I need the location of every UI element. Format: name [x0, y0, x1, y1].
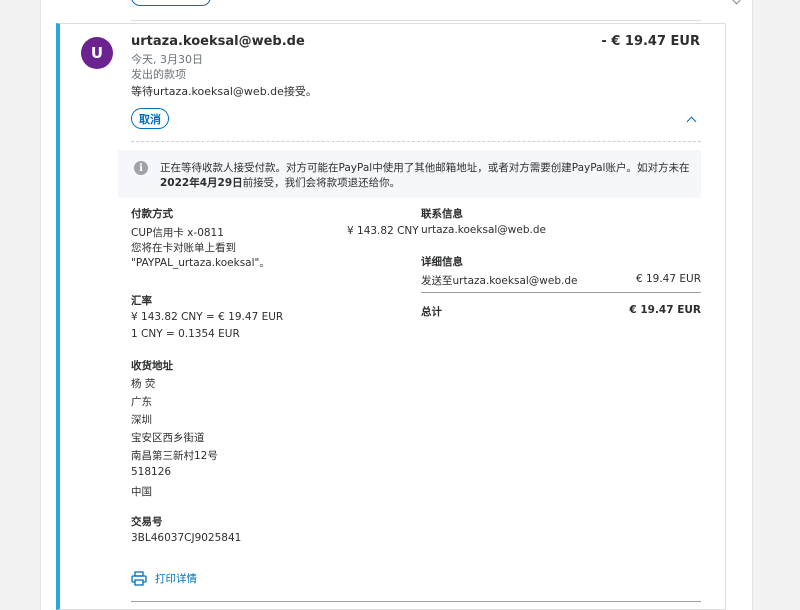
transaction-amount: - € 19.47 EUR: [601, 34, 700, 49]
details-row-label: 发送至urtaza.koeksal@web.de: [421, 275, 578, 287]
print-details-label: 打印详情: [155, 573, 197, 585]
avatar: U: [81, 37, 113, 69]
details-row-amount: € 19.47 EUR: [635, 273, 701, 285]
payment-card-amount: ¥ 143.82 CNY: [347, 225, 419, 237]
address-line: 杨 荧: [131, 378, 156, 390]
exchange-rate-line: 1 CNY = 0.1354 EUR: [131, 328, 240, 340]
address-line: 南昌第三新村12号: [131, 450, 218, 462]
exchange-rate-heading: 汇率: [131, 295, 152, 307]
notice-text-part: 前接受，我们会将款项退还给你。: [242, 177, 401, 189]
transaction-id-heading: 交易号: [131, 516, 163, 528]
cancel-button[interactable]: 取消: [131, 108, 169, 129]
address-line: 518126: [131, 466, 172, 478]
transaction-status: 等待urtaza.koeksal@web.de接受。: [131, 85, 317, 98]
address-line: 深圳: [131, 414, 152, 426]
transaction-id-value: 3BL46037CJ9025841: [131, 532, 242, 544]
notice-text-part: 正在等待收款人接受付款。对方可能在PayPal中使用了其他邮箱地址，或者对方需要…: [160, 162, 690, 174]
contact-heading: 联系信息: [421, 208, 463, 220]
shipping-address-heading: 收货地址: [131, 360, 173, 372]
address-line: 广东: [131, 396, 152, 408]
transaction-date: 今天, 3月30日: [131, 53, 203, 66]
chevron-up-icon[interactable]: [685, 115, 699, 125]
notice-deadline: 2022年4月29日: [160, 177, 243, 189]
details-heading: 详细信息: [421, 256, 463, 268]
divider: [131, 20, 701, 21]
recipient-name: urtaza.koeksal@web.de: [131, 34, 305, 49]
contact-email: urtaza.koeksal@web.de: [421, 224, 546, 236]
address-line: 中国: [131, 486, 152, 498]
print-details-link[interactable]: 打印详情: [131, 571, 197, 586]
total-amount: € 19.47 EUR: [629, 304, 701, 316]
statement-descriptor: "PAYPAL_urtaza.koeksal"。: [131, 257, 270, 269]
previous-item-button[interactable]: [131, 0, 211, 6]
total-label: 总计: [421, 306, 442, 318]
divider: [421, 292, 701, 293]
exchange-rate-line: ¥ 143.82 CNY = € 19.47 EUR: [131, 311, 284, 323]
notice-text: 正在等待收款人接受付款。对方可能在PayPal中使用了其他邮箱地址，或者对方需要…: [160, 161, 695, 191]
address-line: 宝安区西乡街道: [131, 432, 205, 444]
transaction-type: 发出的款项: [131, 68, 186, 81]
payment-card: CUP信用卡 x-0811: [131, 227, 224, 239]
divider: [131, 601, 701, 602]
divider: [131, 141, 701, 142]
statement-note: 您将在卡对账单上看到: [131, 242, 236, 254]
payment-method-heading: 付款方式: [131, 208, 173, 220]
printer-icon: [131, 571, 147, 586]
info-icon: i: [134, 161, 148, 175]
